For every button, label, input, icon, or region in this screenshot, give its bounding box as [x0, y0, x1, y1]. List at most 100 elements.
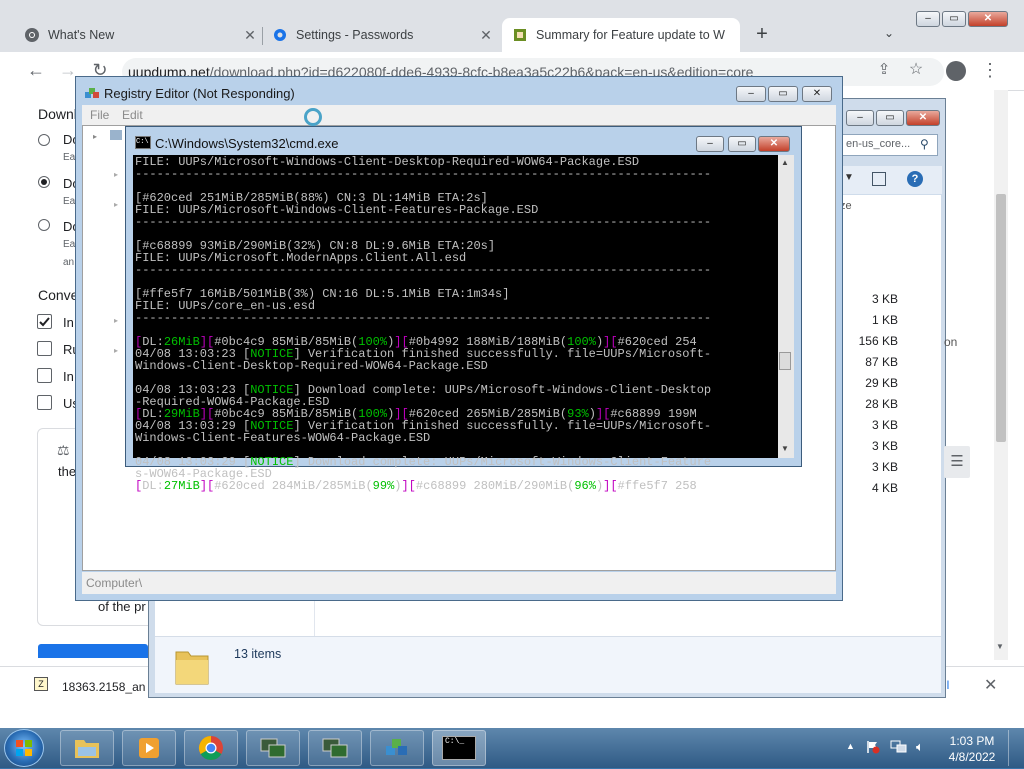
list-menu-icon[interactable]: ☰ — [944, 446, 970, 478]
show-hidden-icons[interactable]: ▲ — [846, 741, 855, 751]
download-percent: 99% — [372, 479, 395, 493]
tab-summary[interactable]: Summary for Feature update to W — [502, 18, 740, 52]
item-count: 13 items — [234, 647, 282, 661]
bookmark-star-icon[interactable]: ☆ — [904, 58, 928, 82]
registry-editor-icon — [84, 85, 100, 101]
search-icon[interactable]: ⚲ — [920, 137, 929, 151]
menu-file[interactable]: File — [90, 108, 109, 122]
show-desktop-button[interactable] — [1008, 730, 1022, 766]
network-icon — [322, 738, 348, 758]
view-dropdown-icon[interactable]: ▼ — [844, 172, 854, 183]
download-filename[interactable]: 18363.2158_an — [62, 680, 145, 694]
volume-icon[interactable]: 🔈︎ — [916, 739, 924, 755]
option-checkbox[interactable] — [37, 341, 52, 356]
download-option-radio[interactable] — [38, 219, 50, 231]
close-icon[interactable]: ✕ — [476, 27, 496, 44]
uupdump-icon — [512, 27, 528, 43]
close-download-bar-icon[interactable]: ✕ — [984, 675, 997, 695]
tree-expand-icon[interactable]: ▸ — [114, 346, 118, 355]
tree-expand-icon[interactable]: ▸ — [93, 132, 97, 141]
more-menu-icon[interactable]: ⋮ — [978, 58, 1002, 82]
tree-expand-icon[interactable]: ▸ — [114, 200, 118, 209]
console-line: Windows-Client-Desktop-Required-WOW64-Pa… — [135, 359, 488, 373]
tab-separator — [262, 27, 263, 45]
file-size: 4 KB — [871, 481, 898, 495]
chevron-down-icon[interactable]: ⌄ — [884, 26, 894, 40]
file-size: 3 KB — [871, 439, 898, 453]
download-percent: 96% — [574, 479, 596, 493]
folder-icon — [75, 740, 99, 758]
regedit-close-button[interactable]: ✕ — [802, 86, 832, 102]
info-text: the — [58, 464, 77, 479]
taskbar-regedit[interactable] — [370, 730, 424, 766]
tree-expand-icon[interactable]: ▸ — [114, 316, 118, 325]
download-option-radio[interactable] — [38, 134, 50, 146]
scroll-down-icon[interactable]: ▼ — [781, 444, 789, 453]
menu-edit[interactable]: Edit — [122, 108, 143, 122]
create-download-button[interactable] — [38, 644, 148, 658]
console-line: Windows-Client-Features-WOW64-Package.ES… — [135, 431, 431, 445]
taskbar-media-player[interactable] — [122, 730, 176, 766]
tab-title: Summary for Feature update to W — [536, 28, 725, 42]
clock[interactable]: 1:03 PM 4/8/2022 — [942, 733, 1002, 765]
tab-whats-new[interactable]: What's New ✕ — [24, 18, 260, 52]
explorer-maximize-button[interactable]: ▭ — [876, 110, 904, 126]
option-checkbox[interactable] — [37, 314, 52, 329]
tab-settings-passwords[interactable]: Settings - Passwords ✕ — [272, 18, 496, 52]
taskbar-network-app[interactable] — [246, 730, 300, 766]
close-icon[interactable]: ✕ — [240, 27, 260, 44]
help-icon[interactable]: ? — [907, 171, 923, 187]
explorer-close-button[interactable]: ✕ — [906, 110, 940, 126]
file-size: 28 KB — [865, 397, 898, 411]
download-item: #ffe5f7 258 — [617, 479, 697, 493]
clock-time: 1:03 PM — [949, 734, 995, 748]
cmd-minimize-button[interactable]: – — [696, 136, 724, 152]
tree-expand-icon[interactable]: ▸ — [114, 170, 118, 179]
regedit-minimize-button[interactable]: – — [736, 86, 766, 102]
scroll-down-icon[interactable]: ▼ — [996, 642, 1004, 651]
option-checkbox[interactable] — [37, 395, 52, 410]
console-scroll-thumb[interactable] — [779, 352, 791, 370]
cmd-maximize-button[interactable]: ▭ — [728, 136, 756, 152]
new-tab-icon[interactable]: + — [752, 24, 772, 46]
close-window-button[interactable]: ✕ — [968, 11, 1008, 27]
maximize-button[interactable]: ▭ — [942, 11, 966, 27]
download-speed: 27MiB — [163, 479, 200, 493]
regedit-maximize-button[interactable]: ▭ — [768, 86, 798, 102]
checkmark-icon — [39, 317, 50, 327]
start-button[interactable] — [4, 729, 44, 767]
back-icon[interactable]: ← — [24, 58, 48, 82]
windows-logo-icon — [16, 740, 32, 756]
archive-file-icon: Z — [34, 677, 48, 691]
share-icon[interactable]: ⇪ — [872, 58, 896, 82]
regedit-status-bar — [82, 572, 836, 594]
minimize-button[interactable]: – — [916, 11, 940, 27]
file-size: 3 KB — [871, 292, 898, 306]
preview-pane-icon[interactable] — [872, 172, 886, 186]
radio-sublabel: an — [63, 257, 75, 268]
scroll-up-icon[interactable]: ▲ — [781, 158, 789, 167]
file-size: 1 KB — [871, 313, 898, 327]
checkbox-label: In — [63, 369, 74, 384]
console-line: [DL:27MiB][#620ced 284MiB/285MiB(99%)][#… — [135, 479, 697, 493]
action-center-flag-icon[interactable] — [866, 740, 880, 754]
taskbar-network-app-2[interactable] — [308, 730, 362, 766]
taskbar-chrome[interactable] — [184, 730, 238, 766]
option-checkbox[interactable] — [37, 368, 52, 383]
explorer-minimize-button[interactable]: – — [846, 110, 874, 126]
explorer-search-text: en-us_core... — [846, 138, 911, 150]
profile-avatar-icon[interactable] — [946, 61, 966, 81]
scale-icon: ⚖ — [57, 442, 70, 458]
taskbar-explorer[interactable] — [60, 730, 114, 766]
network-tray-icon[interactable] — [890, 740, 908, 754]
scroll-thumb[interactable] — [996, 194, 1006, 442]
file-size: 3 KB — [871, 460, 898, 474]
explorer-command-bar — [842, 166, 942, 194]
bracket: ][ — [401, 479, 416, 493]
download-option-radio[interactable] — [38, 176, 50, 188]
cmd-close-button[interactable]: ✕ — [758, 136, 790, 152]
download-heading: Downl — [38, 106, 77, 122]
console-line: ----------------------------------------… — [135, 311, 712, 325]
taskbar-cmd[interactable]: C:\_ — [432, 730, 486, 766]
console-scrollbar[interactable] — [778, 155, 794, 458]
